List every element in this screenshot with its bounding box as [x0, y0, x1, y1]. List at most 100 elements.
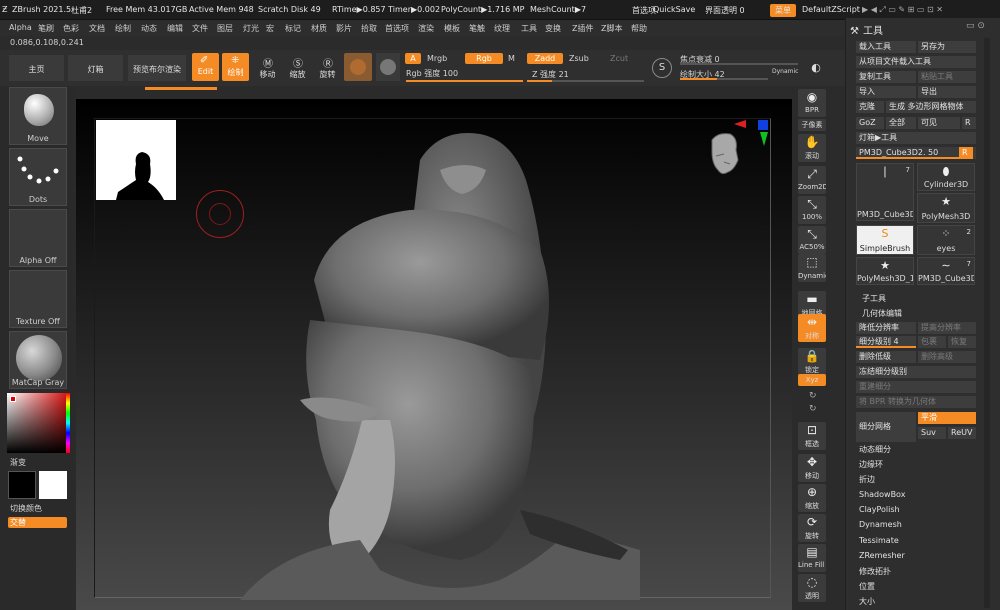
menu-4[interactable]: 绘制	[115, 23, 131, 34]
shelf-button-0[interactable]: ◉ BPR	[798, 89, 826, 117]
menu-24[interactable]: 帮助	[631, 23, 647, 34]
goz-visible-button[interactable]: 可见	[918, 117, 960, 129]
tool-thumb-3[interactable]: S SimpleBrush	[856, 225, 914, 255]
rotate-small-icon-11[interactable]: ↻	[809, 391, 817, 401]
rotate-button[interactable]: Ⓡ 旋转	[314, 53, 341, 81]
shelf-button-6[interactable]: ⬚ Dynamic 透视	[798, 254, 826, 282]
window-controls-icon[interactable]: ▶ ◀ ⤢ ▭ ✎ ⊞ ▭ ⊡ ✕	[862, 5, 943, 15]
goz-r-button[interactable]: R	[962, 117, 976, 129]
secondary-color-swatch[interactable]	[39, 471, 67, 499]
a-button[interactable]: A	[405, 53, 421, 64]
menu-11[interactable]: 标记	[285, 23, 301, 34]
navigator-silhouette[interactable]	[96, 120, 176, 200]
tool-thumb-0[interactable]: ❘PM3D_Cube3D27	[856, 163, 914, 221]
make-polymesh-button[interactable]: 生成 多边形网格物体	[886, 101, 976, 113]
sculptris-pro-icon[interactable]: S	[652, 58, 672, 78]
shadowbox-section[interactable]: ShadowBox	[859, 490, 905, 499]
shelf-button-16[interactable]: ⟳ 旋转	[798, 514, 826, 542]
alternate-button[interactable]: 交替	[8, 517, 67, 528]
shelf-button-14[interactable]: ✥ 移动	[798, 454, 826, 482]
zadd-button[interactable]: Zadd	[527, 53, 563, 64]
current-tool-slider[interactable]: PM3D_Cube3D2. 50	[856, 147, 976, 159]
reuv-toggle[interactable]: ReUV	[948, 427, 976, 439]
menu-3[interactable]: 文档	[89, 23, 105, 34]
lightbox-button[interactable]: 灯箱	[68, 55, 123, 81]
menu-0[interactable]: Alpha	[9, 23, 32, 32]
shelf-button-9[interactable]: 🔒 锁定	[798, 348, 826, 376]
lightbox-tools-button[interactable]: 灯箱▶工具	[856, 132, 976, 144]
menu-19[interactable]: 纹理	[494, 23, 510, 34]
rgb-button[interactable]: Rgb	[465, 53, 503, 64]
load-from-project-button[interactable]: 从项目文件载入工具	[856, 56, 976, 68]
size-section[interactable]: 大小	[859, 596, 875, 607]
menu-17[interactable]: 模板	[444, 23, 460, 34]
bpr-preview-button[interactable]: 预览布尔渲染	[128, 55, 186, 81]
m-button[interactable]: M	[508, 54, 515, 63]
subtool-header[interactable]: 子工具	[862, 293, 886, 304]
menu-6[interactable]: 编辑	[167, 23, 183, 34]
draw-size-slider[interactable]	[680, 78, 768, 80]
shelf-button-3[interactable]: ⤢ Zoom2D	[798, 166, 826, 194]
shelf-button-1[interactable]: 子像素	[798, 119, 826, 131]
menu-23[interactable]: Z脚本	[601, 23, 622, 34]
menu-10[interactable]: 宏	[266, 23, 274, 34]
home-button[interactable]: 主页	[9, 55, 64, 81]
rotate-small-icon-12[interactable]: ↻	[809, 404, 817, 414]
dynamic-brush-icon[interactable]: ◐	[807, 58, 825, 78]
rgb-intensity-slider[interactable]	[406, 80, 523, 82]
hue-strip[interactable]	[66, 393, 70, 453]
menu-12[interactable]: 材质	[311, 23, 327, 34]
z-intensity-label[interactable]: Z 强度 21	[532, 69, 569, 80]
shelf-button-10[interactable]: Xyz	[798, 374, 826, 386]
quicksave-button[interactable]: QuickSave	[653, 5, 695, 14]
zcut-button[interactable]: Zcut	[610, 54, 628, 63]
bpr-to-geo-button[interactable]: 将 BPR 转换为几何体	[856, 396, 976, 408]
menu-7[interactable]: 文件	[192, 23, 208, 34]
color-picker[interactable]	[7, 393, 68, 453]
rstr-button[interactable]: 恢复	[948, 336, 976, 348]
shelf-button-8[interactable]: ⇹ 对称	[798, 314, 826, 342]
move-button[interactable]: Ⓜ 移动	[254, 53, 281, 81]
z-intensity-slider[interactable]	[527, 80, 644, 82]
copy-tool-button[interactable]: 复制工具	[856, 71, 916, 83]
texture-thumb[interactable]: Texture Off	[9, 270, 67, 328]
default-zscript[interactable]: DefaultZScript	[802, 5, 860, 14]
menu-21[interactable]: 变换	[545, 23, 561, 34]
menu-8[interactable]: 图层	[217, 23, 233, 34]
menu-1[interactable]: 笔刷	[38, 23, 54, 34]
dynamic-subdiv-section[interactable]: 动态细分	[859, 444, 891, 455]
goz-all-button[interactable]: 全部	[886, 117, 916, 129]
claypolish-section[interactable]: ClayPolish	[859, 505, 900, 514]
brush-move-thumb[interactable]: Move	[9, 87, 67, 145]
clone-button[interactable]: 克隆	[856, 101, 884, 113]
import-button[interactable]: 导入	[856, 86, 916, 98]
shelf-button-18[interactable]: ◌ 透明	[798, 574, 826, 602]
suv-toggle[interactable]: Suv	[918, 427, 946, 439]
divide-button[interactable]: 细分网格	[856, 412, 916, 442]
tool-thumb-6[interactable]: ∼PM3D_Cube3D27	[917, 257, 975, 285]
zremesher-section[interactable]: ZRemesher	[859, 551, 905, 560]
menu-16[interactable]: 渲染	[418, 23, 434, 34]
matcap-thumb[interactable]: MatCap Gray	[9, 331, 67, 389]
smooth-toggle[interactable]: 平滑	[918, 412, 976, 424]
orientation-head-icon[interactable]	[704, 128, 752, 196]
menu-18[interactable]: 笔触	[469, 23, 485, 34]
transparency-slider[interactable]: 界面透明 0	[705, 5, 745, 16]
focal-shift-slider[interactable]	[680, 63, 798, 65]
menu-button[interactable]: 菜单	[770, 4, 796, 17]
sdiv-slider[interactable]: 细分级别 4	[856, 336, 916, 348]
palette-pin-icon[interactable]: ▭ ⊙	[966, 21, 985, 31]
zsub-button[interactable]: Zsub	[569, 54, 589, 63]
tool-thumb-5[interactable]: ★ PolyMesh3D_1	[856, 257, 914, 285]
edgeloop-section[interactable]: 边缘环	[859, 459, 883, 470]
menu-20[interactable]: 工具	[521, 23, 537, 34]
shelf-button-13[interactable]: ⊡ 框选	[798, 422, 826, 450]
lower-res-button[interactable]: 降低分辨率	[856, 322, 916, 334]
draw-button[interactable]: ⁜ 绘制	[222, 53, 249, 81]
menu-5[interactable]: 动态	[141, 23, 157, 34]
geometry-header[interactable]: 几何体编辑	[862, 308, 902, 319]
menu-22[interactable]: Z插件	[572, 23, 593, 34]
switch-color-label[interactable]: 切换颜色	[10, 503, 42, 514]
save-as-button[interactable]: 另存为	[918, 41, 976, 53]
shelf-button-15[interactable]: ⊕ 缩放	[798, 484, 826, 512]
